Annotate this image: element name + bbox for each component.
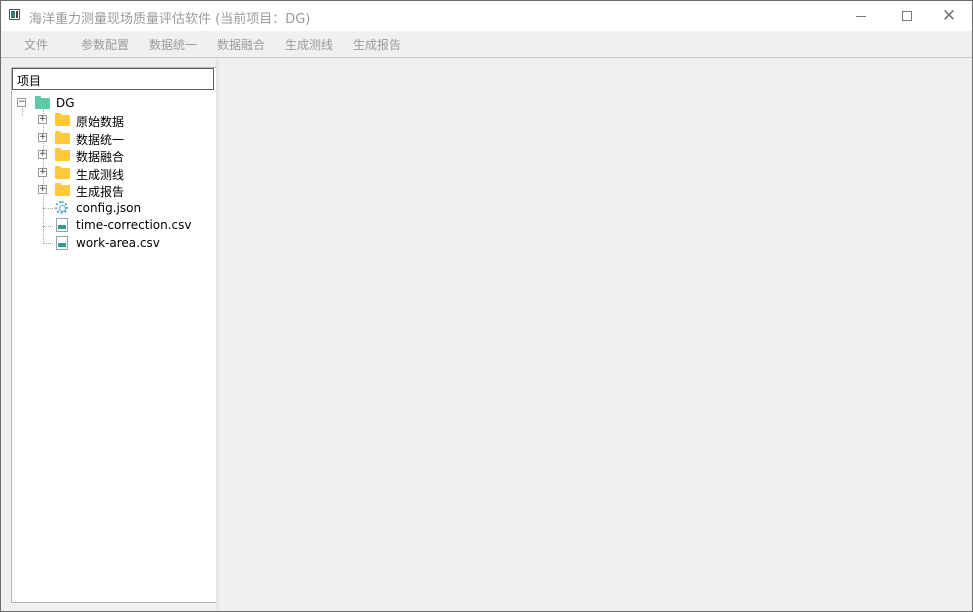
folder-icon	[55, 131, 70, 144]
tree-node-raw-data[interactable]: + 原始数据	[12, 111, 212, 129]
expand-icon[interactable]: +	[38, 115, 47, 124]
tree-node-generate-lines[interactable]: + 生成测线	[12, 164, 212, 182]
tree-node-data-unify[interactable]: + 数据统一	[12, 129, 212, 147]
tree-node-label: 数据融合	[76, 150, 125, 164]
menu-file[interactable]: 文件	[24, 36, 48, 53]
tree-node-time-correction-csv[interactable]: time-correction.csv	[12, 216, 212, 233]
maximize-button[interactable]	[884, 1, 930, 31]
tree-node-work-area-csv[interactable]: work-area.csv	[12, 234, 212, 251]
folder-icon	[55, 113, 70, 126]
minimize-button[interactable]	[838, 1, 884, 31]
folder-icon	[55, 166, 70, 179]
csv-icon	[56, 218, 68, 232]
project-tree-panel[interactable]: 项目 − DG + 原始数据 + 数据统一 + 数据融合 + 生成测线 + 生成…	[11, 67, 217, 603]
gear-icon	[55, 201, 68, 214]
minimize-icon	[856, 15, 866, 17]
window-title: 海洋重力测量现场质量评估软件 (当前项目：DG)	[29, 12, 311, 27]
menu-generate-lines[interactable]: 生成测线	[285, 36, 333, 53]
folder-icon	[55, 183, 70, 196]
tree-node-config-json[interactable]: config.json	[12, 199, 212, 216]
tree-header-label: 项目	[17, 74, 42, 88]
tree-node-label: config.json	[76, 201, 142, 215]
expand-icon[interactable]: +	[38, 150, 47, 159]
menu-generate-report[interactable]: 生成报告	[353, 36, 401, 53]
folder-icon	[55, 148, 70, 161]
tree-node-data-fusion[interactable]: + 数据融合	[12, 146, 212, 164]
expand-icon[interactable]: +	[38, 133, 47, 142]
tree-node-label: work-area.csv	[76, 236, 160, 250]
title-bar[interactable]: 海洋重力测量现场质量评估软件 (当前项目：DG) ✕	[1, 1, 972, 31]
tree-header[interactable]: 项目	[12, 68, 214, 90]
maximize-icon	[902, 11, 912, 21]
close-icon: ✕	[941, 5, 957, 26]
expand-icon[interactable]: +	[38, 185, 47, 194]
app-icon	[9, 9, 20, 20]
tree-node-root[interactable]: − DG	[12, 94, 212, 111]
csv-icon	[56, 236, 68, 250]
collapse-icon[interactable]: −	[17, 98, 26, 107]
menu-data-fusion[interactable]: 数据融合	[217, 36, 265, 53]
app-window: 海洋重力测量现场质量评估软件 (当前项目：DG) ✕ 文件 参数配置 数据统一 …	[0, 0, 973, 612]
expand-icon[interactable]: +	[38, 168, 47, 177]
menu-bar: 文件 参数配置 数据统一 数据融合 生成测线 生成报告	[1, 31, 972, 58]
folder-open-icon	[35, 96, 50, 109]
tree-node-generate-report[interactable]: + 生成报告	[12, 181, 212, 199]
tree-node-label: 原始数据	[76, 115, 125, 129]
tree-node-label: DG	[56, 96, 75, 110]
main-workspace	[219, 59, 972, 611]
menu-parameter-config[interactable]: 参数配置	[81, 36, 129, 53]
menu-data-unify[interactable]: 数据统一	[149, 36, 197, 53]
tree-node-label: 生成报告	[76, 185, 125, 199]
tree-node-label: time-correction.csv	[76, 218, 192, 232]
close-button[interactable]: ✕	[926, 1, 972, 31]
